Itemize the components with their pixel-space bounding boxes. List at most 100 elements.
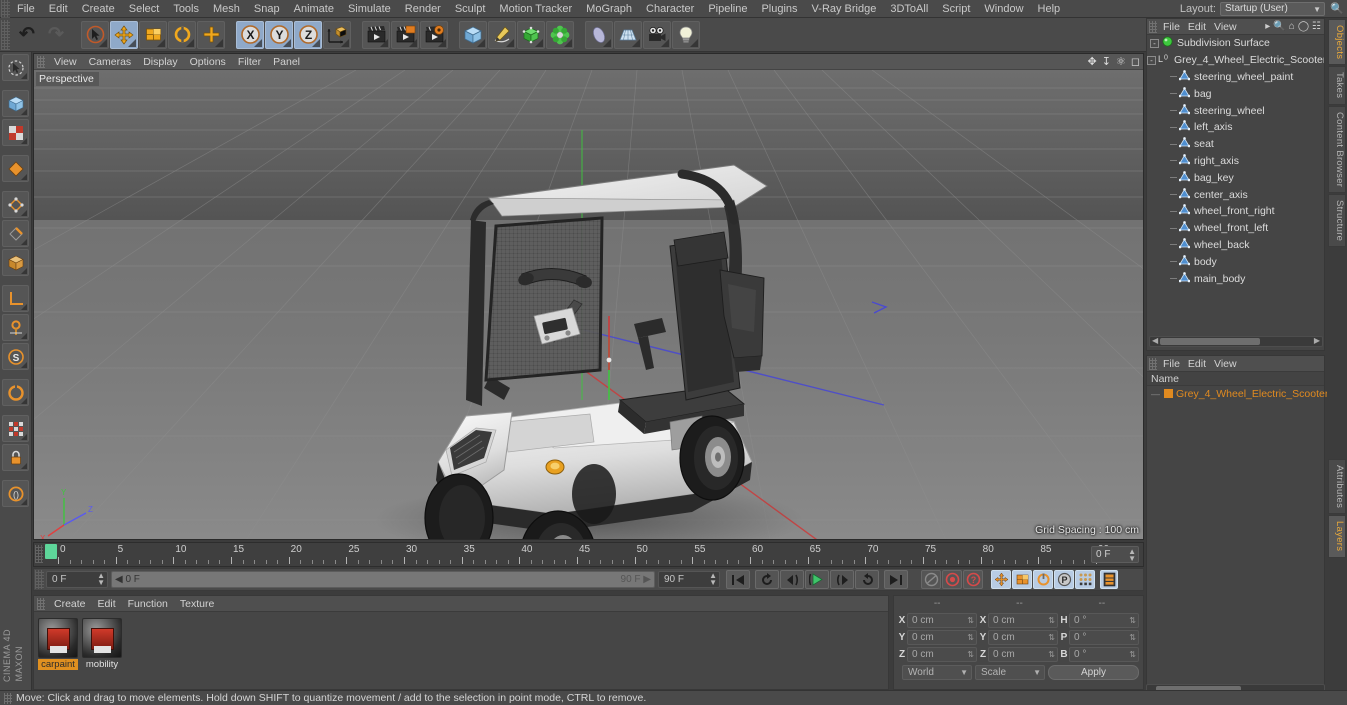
pan-icon[interactable]: ✥ [1088, 55, 1097, 68]
position-key-button[interactable] [991, 570, 1011, 589]
material-menu-function[interactable]: Function [122, 596, 174, 612]
axis-z-lock-button[interactable]: Z [294, 20, 322, 49]
object-tree-row[interactable]: bag_key [1147, 169, 1324, 186]
right-tab-attributes[interactable]: Attributes [1328, 459, 1346, 515]
size-x-field[interactable]: 0 cm ⇅ [988, 613, 1058, 628]
viewport-solo-tool[interactable] [2, 415, 29, 442]
object-tree-row[interactable]: right_axis [1147, 153, 1324, 170]
object-name-label[interactable]: main_body [1194, 273, 1245, 285]
object-tree-row[interactable]: wheel_front_right [1147, 203, 1324, 220]
object-name-label[interactable]: center_axis [1194, 189, 1248, 201]
object-name-label[interactable]: body [1194, 256, 1217, 268]
lock-tool[interactable] [2, 444, 29, 471]
menu-item-edit[interactable]: Edit [42, 0, 75, 18]
spinner-icon[interactable]: ⇅ [1048, 631, 1055, 644]
edge-mode-tool[interactable] [2, 220, 29, 247]
object-tree-row[interactable]: wheel_front_left [1147, 220, 1324, 237]
layer-manager-menu-edit[interactable]: Edit [1184, 356, 1210, 372]
axis-mode-tool[interactable] [2, 285, 29, 312]
render-region-button[interactable] [391, 20, 419, 49]
position-z-field[interactable]: 0 cm ⇅ [907, 647, 977, 662]
time-range-track[interactable]: ◀ 0 F 90 F ▶ [111, 571, 655, 588]
object-tree-row[interactable]: steering_wheel_paint [1147, 69, 1324, 86]
scroll-left-icon[interactable]: ◀ [1152, 336, 1158, 345]
deformer-button[interactable] [546, 20, 574, 49]
menu-item-3dtoall[interactable]: 3DToAll [883, 0, 935, 18]
render-settings-button[interactable] [420, 20, 448, 49]
move-tool-button[interactable] [110, 20, 138, 49]
axis-y-lock-button[interactable]: Y [265, 20, 293, 49]
generator-button[interactable] [517, 20, 545, 49]
viewport-menu-options[interactable]: Options [184, 54, 232, 70]
rotate-tool-button[interactable] [168, 20, 196, 49]
floor-scene-button[interactable] [614, 20, 642, 49]
spinner-icon[interactable]: ⇅ [1129, 631, 1136, 644]
object-tree-row[interactable]: center_axis [1147, 186, 1324, 203]
texture-mode-tool[interactable] [2, 119, 29, 146]
model-mode-tool[interactable] [2, 90, 29, 117]
next-key-button[interactable] [855, 570, 879, 589]
material-preview-sphere[interactable] [38, 618, 78, 658]
layer-manager-grip[interactable] [1149, 357, 1157, 370]
coord-system-select[interactable]: World ▼ [902, 665, 972, 680]
viewport-grip[interactable] [37, 55, 45, 68]
record-active-objects-button[interactable] [921, 570, 941, 589]
spinner-icon[interactable]: ⇅ [1048, 614, 1055, 627]
menu-item-help[interactable]: Help [1031, 0, 1068, 18]
object-name-label[interactable]: Subdivision Surface [1177, 37, 1270, 49]
object-tree-row[interactable]: main_body [1147, 270, 1324, 287]
right-tab-objects[interactable]: Objects [1328, 19, 1346, 66]
world-object-axis-button[interactable] [323, 20, 351, 49]
parameter-key-button[interactable]: P [1054, 570, 1074, 589]
object-tree-row[interactable]: steering_wheel [1147, 102, 1324, 119]
object-name-label[interactable]: Grey_4_Wheel_Electric_Scooter_A [1174, 54, 1324, 66]
tree-expander-icon[interactable]: - [1147, 55, 1156, 65]
layers-icon[interactable]: ☷ [1312, 21, 1321, 32]
search-icon[interactable]: 🔍 [1273, 21, 1285, 32]
menu-item-create[interactable]: Create [75, 0, 122, 18]
select-tool-button[interactable] [81, 20, 109, 49]
render-view-button[interactable] [362, 20, 390, 49]
play-button[interactable] [805, 570, 829, 589]
timeline-playhead[interactable] [45, 544, 57, 559]
object-tree-row[interactable]: seat [1147, 136, 1324, 153]
home-icon[interactable]: ⌂ [1289, 21, 1295, 32]
position-y-field[interactable]: 0 cm ⇅ [907, 630, 977, 645]
go-to-end-button[interactable] [884, 570, 908, 589]
status-grip[interactable] [4, 692, 12, 704]
object-manager-grip[interactable] [1149, 20, 1157, 33]
maximize-icon[interactable]: ◻ [1131, 55, 1140, 68]
menu-item-simulate[interactable]: Simulate [341, 0, 398, 18]
rotation-h-field[interactable]: 0 ° ⇅ [1069, 613, 1139, 628]
menu-item-tools[interactable]: Tools [166, 0, 206, 18]
redo-button[interactable]: ↷ [42, 21, 70, 49]
spinner-icon[interactable]: ▲ ▼ [1128, 548, 1136, 563]
menu-item-snap[interactable]: Snap [247, 0, 287, 18]
object-tree-row[interactable]: - L 0 Grey_4_Wheel_Electric_Scooter_A [1147, 52, 1324, 69]
layer-color-swatch[interactable] [1164, 389, 1173, 398]
autokeying-button[interactable] [942, 570, 962, 589]
tree-expander-icon[interactable]: - [1150, 38, 1159, 48]
polygon-mode-tool[interactable] [2, 155, 29, 182]
enable-axis-tool[interactable] [2, 314, 29, 341]
menu-item-character[interactable]: Character [639, 0, 701, 18]
material-item[interactable]: carpaint [38, 618, 78, 670]
deformed-editing-tool[interactable]: () [2, 480, 29, 507]
right-tab-takes[interactable]: Takes [1328, 66, 1346, 105]
undo-button[interactable]: ↶ [13, 21, 41, 49]
object-tree-row[interactable]: bag [1147, 85, 1324, 102]
add-cube-button[interactable] [459, 20, 487, 49]
spinner-icon[interactable]: ▲ ▼ [709, 572, 717, 587]
menu-item-window[interactable]: Window [977, 0, 1030, 18]
go-to-start-button[interactable] [726, 570, 750, 589]
menu-item-script[interactable]: Script [935, 0, 977, 18]
menu-item-file[interactable]: File [10, 0, 42, 18]
more-arrow-icon[interactable]: ▸ [1265, 21, 1270, 32]
scroll-thumb[interactable] [1160, 338, 1260, 345]
transport-grip[interactable] [35, 570, 44, 589]
toolbar-grip[interactable] [1, 19, 10, 50]
position-x-field[interactable]: 0 cm ⇅ [907, 613, 977, 628]
previous-key-button[interactable] [755, 570, 779, 589]
spinner-icon[interactable]: ⇅ [967, 614, 974, 627]
object-name-label[interactable]: bag_key [1194, 172, 1234, 184]
